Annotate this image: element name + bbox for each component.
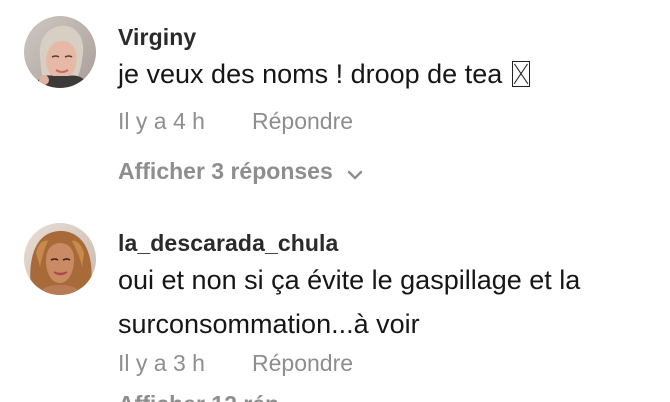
chevron-down-icon	[347, 159, 363, 186]
comment-timestamp: Il y a 4 h	[118, 108, 205, 134]
comment-username[interactable]: Virginy	[118, 24, 196, 51]
user-avatar-image	[24, 16, 96, 88]
missing-emoji-glyph-icon	[512, 61, 531, 87]
avatar[interactable]	[24, 223, 96, 295]
comment-text: je veux des noms ! droop de tea	[118, 52, 648, 96]
comment-text: oui et non si ça évite le gaspillage et …	[118, 265, 581, 339]
user-avatar-image	[24, 223, 96, 295]
comment-timestamp: Il y a 3 h	[118, 350, 205, 376]
show-replies-label: Afficher 3 réponses	[118, 158, 333, 184]
show-replies-button[interactable]: Afficher 3 réponses	[118, 157, 363, 186]
reply-button[interactable]: Répondre	[252, 108, 353, 135]
comment-thread: Virginy je veux des noms ! droop de tea …	[0, 0, 670, 402]
reply-button[interactable]: Répondre	[252, 350, 353, 377]
avatar[interactable]	[24, 16, 96, 88]
show-replies-button[interactable]: Afficher 12 rép	[118, 391, 279, 402]
comment-text-body: je veux des noms ! droop de tea	[118, 59, 503, 89]
comment-username[interactable]: la_descarada_chula	[118, 230, 338, 257]
